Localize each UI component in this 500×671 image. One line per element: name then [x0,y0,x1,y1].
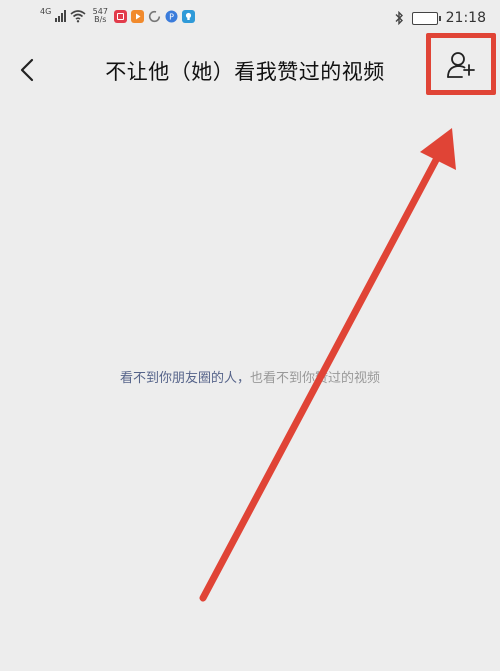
red-app-icon [114,9,128,23]
circle-outline-icon [149,10,161,22]
clock: 21:18 [445,10,486,26]
back-button[interactable] [12,54,44,86]
page-title: 不让他（她）看我赞过的视频 [105,60,385,84]
svg-text:P: P [169,12,174,21]
status-bar-left: 4G 547 B/s P [40,7,196,24]
empty-state-message: 看不到你朋友圈的人，也看不到你赞过的视频 [0,367,500,386]
wifi-icon [70,10,86,23]
annotation-arrow-head [420,128,456,170]
status-bar: 4G 547 B/s P 78 21:18 [0,0,500,38]
add-user-button[interactable] [426,33,496,95]
battery-icon: 78 [411,11,441,25]
nav-bar: 不让他（她）看我赞过的视频 [0,33,500,104]
add-user-icon [447,52,475,78]
status-bar-right: 78 21:18 [394,10,486,26]
battery-level: 78 [425,13,437,23]
orange-play-icon [131,9,145,23]
network-speed: 547 B/s [90,8,110,24]
bluetooth-icon [395,11,403,25]
chevron-left-icon [20,58,34,82]
empty-state-primary: 看不到你朋友圈的人， [119,371,250,386]
signal-icon [55,10,67,22]
blue-circle-icon: P [165,10,178,22]
network-type: 4G [40,7,52,16]
network-speed-unit: B/s [94,15,107,24]
empty-state-secondary: 也看不到你赞过的视频 [250,371,381,386]
lightbulb-icon [182,9,196,23]
